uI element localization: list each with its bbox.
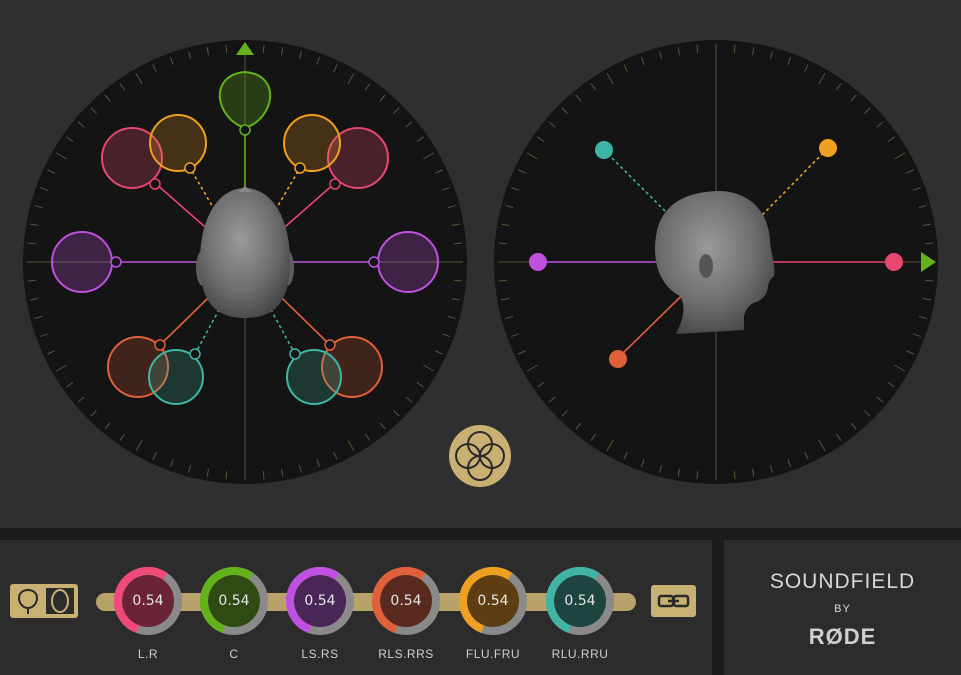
panel-divider bbox=[0, 528, 961, 540]
tick bbox=[27, 242, 36, 245]
tick bbox=[225, 471, 228, 480]
link-icon bbox=[657, 594, 690, 608]
tick bbox=[696, 471, 699, 480]
tick bbox=[498, 279, 507, 282]
knob-value: 0.54 bbox=[218, 593, 250, 609]
tick bbox=[262, 471, 265, 480]
brand-logo-text: RØDE bbox=[808, 624, 877, 649]
visualizer-scene bbox=[23, 40, 938, 487]
side-view-panel[interactable] bbox=[494, 40, 938, 484]
lobe-flu[interactable] bbox=[149, 114, 207, 174]
panel-separator bbox=[712, 540, 724, 675]
tick bbox=[27, 279, 36, 282]
tick bbox=[733, 44, 736, 53]
lobe-rru[interactable] bbox=[286, 348, 342, 405]
side-point-ls-rs[interactable] bbox=[529, 253, 547, 271]
knob-c[interactable]: 0.54 bbox=[199, 566, 269, 636]
tick bbox=[262, 44, 265, 53]
tick bbox=[925, 279, 934, 282]
oval-pattern-icon[interactable] bbox=[44, 586, 76, 616]
knob-ls-rs[interactable]: 0.54 bbox=[285, 566, 355, 636]
knob-value: 0.54 bbox=[390, 593, 422, 609]
tick bbox=[925, 242, 934, 245]
knob-l-r[interactable]: 0.54 bbox=[113, 566, 183, 636]
knob-label: LS.RS bbox=[301, 647, 339, 661]
knob-rlu-rru[interactable]: 0.54 bbox=[545, 566, 615, 636]
lobe-rlu[interactable] bbox=[148, 348, 204, 405]
side-point-rlu-rru[interactable] bbox=[595, 141, 613, 159]
brand-panel: SOUNDFIELD BY RØDE bbox=[724, 540, 961, 675]
tick bbox=[498, 242, 507, 245]
tick bbox=[696, 44, 699, 53]
side-point-flu-fru[interactable] bbox=[819, 139, 837, 157]
knob-label: RLU.RRU bbox=[551, 647, 609, 661]
pattern-toggle[interactable] bbox=[10, 584, 78, 618]
knob-label: FLU.FRU bbox=[465, 647, 521, 661]
knob-value: 0.54 bbox=[132, 593, 164, 609]
knob-label: C bbox=[229, 647, 239, 661]
tick bbox=[454, 242, 463, 245]
top-view-panel[interactable] bbox=[23, 40, 467, 484]
knob-rls-rrs[interactable]: 0.54 bbox=[371, 566, 441, 636]
knob-flu-fru[interactable]: 0.54 bbox=[458, 566, 528, 636]
side-point-rls-rrs[interactable] bbox=[609, 350, 627, 368]
knob-label: RLS.RRS bbox=[378, 647, 434, 661]
tick bbox=[733, 471, 736, 480]
knob-value: 0.54 bbox=[564, 593, 596, 609]
tick bbox=[454, 279, 463, 282]
side-point-l-r[interactable] bbox=[885, 253, 903, 271]
link-button[interactable] bbox=[651, 585, 696, 617]
knob-label: L.R bbox=[137, 647, 159, 661]
knob-value: 0.54 bbox=[477, 593, 509, 609]
soundfield-rings-icon[interactable] bbox=[449, 425, 511, 487]
brand-by: BY bbox=[834, 603, 851, 615]
cardioid-pattern-icon[interactable] bbox=[12, 586, 44, 616]
tick bbox=[225, 44, 228, 53]
brand-title: SOUNDFIELD bbox=[769, 570, 916, 593]
lobe-fru[interactable] bbox=[283, 114, 341, 174]
knob-value: 0.54 bbox=[304, 593, 336, 609]
